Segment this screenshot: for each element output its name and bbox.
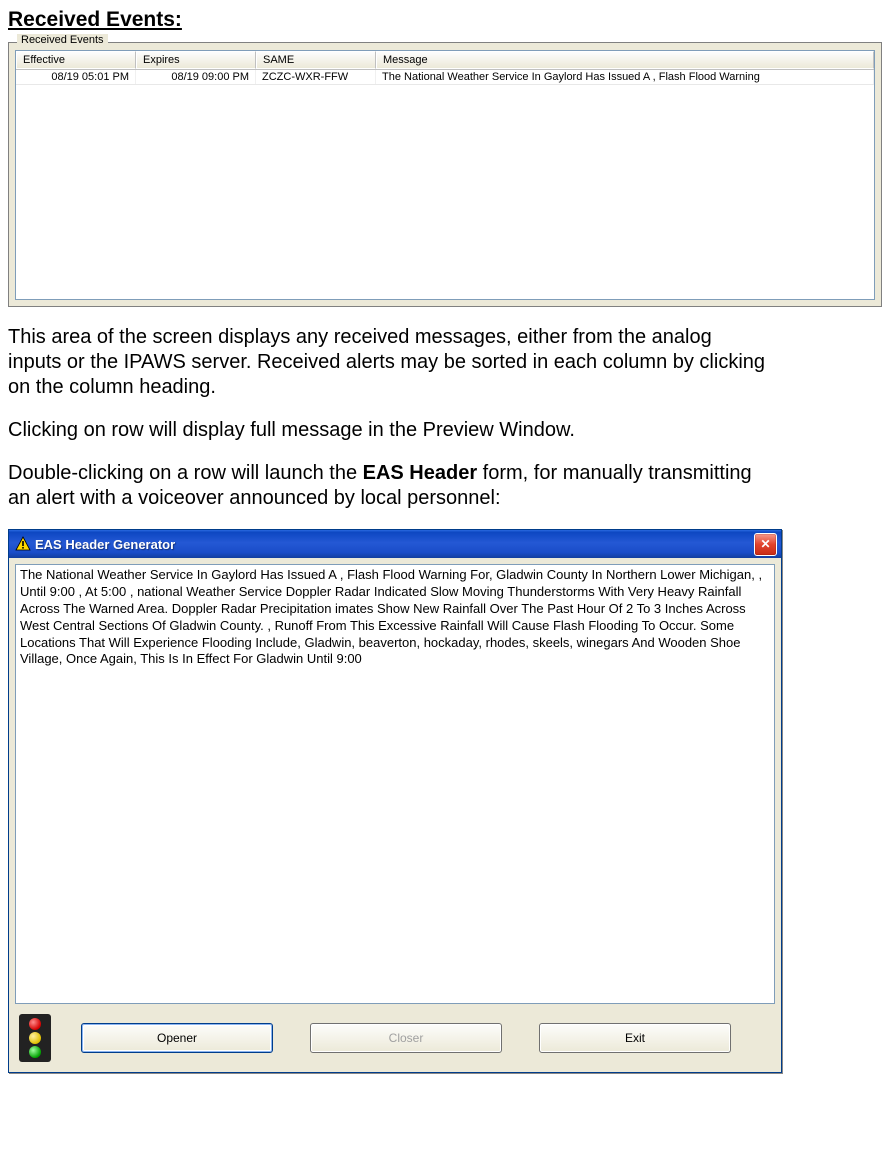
warning-icon (15, 536, 31, 552)
received-events-listview[interactable]: Effective Expires SAME Message 08/19 05:… (15, 50, 875, 300)
received-events-groupbox: Received Events Effective Expires SAME M… (8, 42, 882, 307)
section-heading: Received Events: (8, 8, 888, 32)
closer-button: Closer (310, 1023, 502, 1053)
p3-pre: Double-clicking on a row will launch the (8, 462, 363, 484)
table-row[interactable]: 08/19 05:01 PM 08/19 09:00 PM ZCZC-WXR-F… (16, 70, 874, 85)
traffic-green (29, 1046, 41, 1058)
groupbox-legend: Received Events (17, 34, 108, 46)
col-header-expires[interactable]: Expires (136, 51, 256, 69)
col-header-same[interactable]: SAME (256, 51, 376, 69)
window-title: EAS Header Generator (35, 537, 754, 552)
eas-header-window: EAS Header Generator ✕ The National Weat… (8, 529, 782, 1073)
close-button[interactable]: ✕ (754, 533, 777, 556)
button-row: Opener Closer Exit (15, 1014, 775, 1064)
col-header-effective[interactable]: Effective (16, 51, 136, 69)
traffic-yellow (29, 1032, 41, 1044)
cell-effective: 08/19 05:01 PM (16, 70, 136, 84)
paragraph-2: Clicking on row will display full messag… (8, 418, 768, 443)
listview-header: Effective Expires SAME Message (16, 51, 874, 70)
cell-message: The National Weather Service In Gaylord … (376, 70, 874, 84)
titlebar[interactable]: EAS Header Generator ✕ (9, 530, 781, 558)
opener-button[interactable]: Opener (81, 1023, 273, 1053)
traffic-red (29, 1018, 41, 1030)
window-client-area: The National Weather Service In Gaylord … (9, 558, 781, 1072)
col-header-message[interactable]: Message (376, 51, 874, 69)
paragraph-1: This area of the screen displays any rec… (8, 325, 768, 400)
close-icon: ✕ (760, 537, 770, 551)
paragraph-3: Double-clicking on a row will launch the… (8, 461, 768, 511)
cell-expires: 08/19 09:00 PM (136, 70, 256, 84)
exit-button[interactable]: Exit (539, 1023, 731, 1053)
p3-bold: EAS Header (363, 462, 478, 484)
message-textarea[interactable]: The National Weather Service In Gaylord … (15, 564, 775, 1004)
traffic-light-icon (19, 1014, 51, 1062)
cell-same: ZCZC-WXR-FFW (256, 70, 376, 84)
